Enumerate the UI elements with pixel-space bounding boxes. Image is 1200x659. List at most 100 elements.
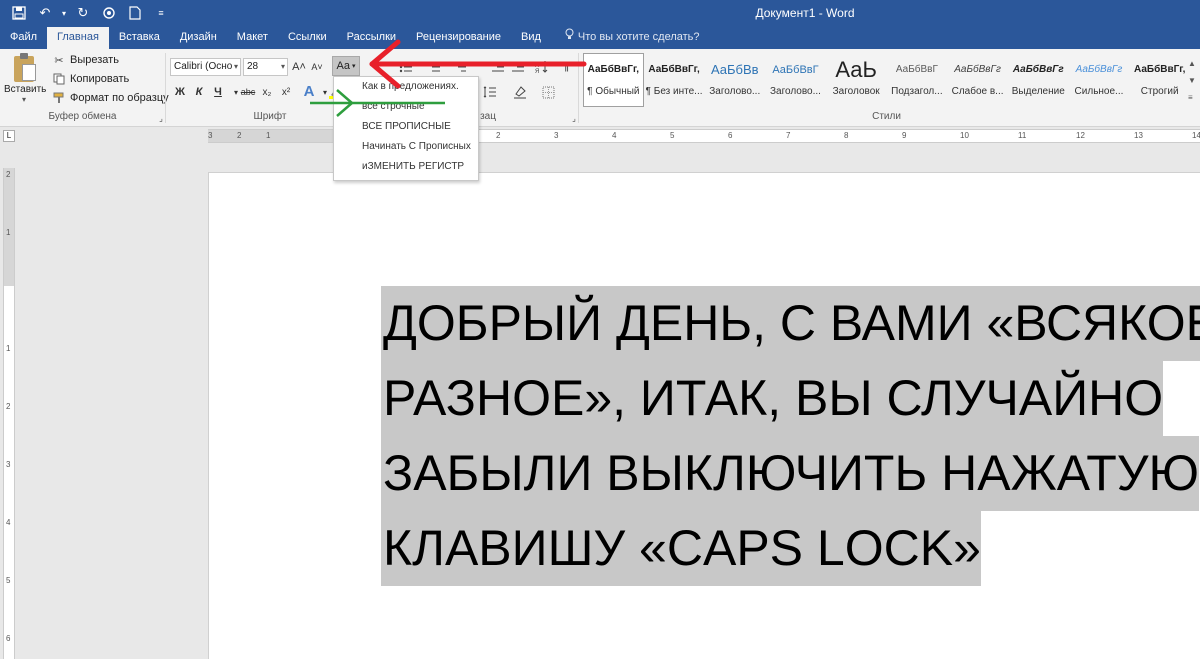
cut-button[interactable]: ✂ Вырезать — [52, 51, 119, 69]
style-subtle-emphasis[interactable]: АаБбВвГг Слабое в... — [947, 53, 1008, 107]
font-name-combobox[interactable]: Calibri (Осно ▾ — [170, 58, 241, 76]
underline-button[interactable]: Ч — [210, 83, 226, 101]
ruler-tick-label: 4 — [612, 131, 617, 140]
ruler-tick-label: 12 — [1076, 131, 1085, 140]
style-emphasis[interactable]: АаБбВвГг Выделение — [1008, 53, 1069, 107]
ruler-tick-label: 3 — [6, 460, 11, 469]
multilevel-list-icon[interactable] — [452, 58, 468, 76]
style-subtitle[interactable]: АаБбВвГ Подзагол... — [887, 53, 948, 107]
numbering-icon[interactable] — [426, 58, 442, 76]
italic-button[interactable]: К — [191, 83, 207, 101]
ruler-margin — [4, 168, 14, 286]
paste-button[interactable]: Вставить ▾ — [4, 52, 46, 110]
style-name: Заголово... — [709, 86, 761, 97]
tab-selector[interactable]: L — [3, 130, 15, 142]
style-sample: АаБбВвГг — [1075, 64, 1123, 75]
styles-group-label: Стили — [872, 111, 901, 122]
bold-button[interactable]: Ж — [172, 83, 188, 101]
style-heading-1[interactable]: АаБбВв Заголово... — [704, 53, 765, 107]
tab-home[interactable]: Главная — [47, 27, 109, 49]
shading-icon[interactable] — [512, 83, 528, 101]
change-case-button[interactable]: Aa ▾ — [332, 56, 360, 76]
ruler-tick-label: 2 — [237, 131, 242, 140]
style-sample: АаБбВвГг — [954, 64, 1001, 75]
style-name: Заголово... — [769, 86, 821, 97]
menu-item-lowercase[interactable]: все строчные — [334, 97, 478, 117]
tell-me-box[interactable]: Что вы хотите сделать? — [551, 27, 710, 49]
selected-text-line[interactable]: ЗАБЫЛИ ВЫКЛЮЧИТЬ НАЖАТУЮ — [381, 436, 1200, 511]
style-sample: АаБбВвГг, — [587, 64, 640, 75]
tab-file[interactable]: Файл — [0, 27, 47, 49]
styles-gallery: АаБбВвГг, ¶ Обычный АаБбВвГг, ¶ Без инте… — [583, 53, 1190, 109]
chevron-down-icon[interactable]: ▼ — [1188, 72, 1198, 89]
style-sample: АаБбВв — [710, 62, 759, 77]
superscript-button[interactable]: x² — [278, 83, 294, 101]
chevron-down-icon: ▾ — [21, 95, 26, 104]
style-sample: АаБбВвГг — [1012, 64, 1064, 75]
selected-text-line[interactable]: КЛАВИШУ «CAPS LOCK» — [381, 511, 981, 586]
style-no-spacing[interactable]: АаБбВвГг, ¶ Без инте... — [644, 53, 705, 107]
show-marks-icon[interactable]: ¶ — [558, 58, 574, 76]
tab-mailings[interactable]: Рассылки — [337, 27, 406, 49]
ruler-tick-label: 8 — [844, 131, 849, 140]
decrease-indent-icon[interactable] — [490, 58, 506, 76]
increase-indent-icon[interactable] — [510, 58, 526, 76]
tab-design[interactable]: Дизайн — [170, 27, 227, 49]
menu-item-toggle-case[interactable]: иЗМЕНИТЬ РЕГИСТР — [334, 157, 478, 177]
window-title: Документ1 - Word — [755, 6, 855, 20]
gallery-scroll[interactable]: ▲ ▼ ≡ — [1188, 55, 1198, 106]
font-size-combobox[interactable]: 28 ▾ — [243, 58, 288, 76]
style-sample: АаБбВвГ — [772, 64, 819, 76]
sort-icon[interactable]: AЯ — [534, 58, 550, 76]
selected-text-line[interactable]: ДОБРЫЙ ДЕНЬ, С ВАМИ «ВСЯКОЕ — [381, 286, 1200, 361]
cut-label: Вырезать — [70, 54, 119, 66]
tab-view[interactable]: Вид — [511, 27, 551, 49]
paragraph-group-label: зац — [480, 111, 496, 122]
tab-review[interactable]: Рецензирование — [406, 27, 511, 49]
format-painter-button[interactable]: Формат по образцу — [52, 89, 169, 107]
ruler-tick-label: 3 — [554, 131, 559, 140]
style-heading-2[interactable]: АаБбВвГ Заголово... — [765, 53, 826, 107]
copy-icon — [52, 72, 66, 86]
more-icon[interactable]: ≡ — [1188, 89, 1198, 106]
ruler-tick-label: 1 — [266, 131, 271, 140]
style-name: ¶ Без инте... — [645, 86, 703, 97]
title-bar: ↶ ▾ ↻ ≡ Документ1 - Word — [0, 0, 1200, 27]
style-strong[interactable]: АаБбВвГг, Строгий — [1129, 53, 1190, 107]
tab-references[interactable]: Ссылки — [278, 27, 337, 49]
vertical-ruler[interactable]: 2 1 1 2 3 4 5 6 — [3, 168, 15, 659]
change-case-label: Aa — [336, 60, 350, 72]
style-name: Строгий — [1140, 86, 1179, 97]
menu-item-sentence-case[interactable]: Как в предложениях. — [334, 77, 478, 97]
borders-icon[interactable] — [540, 83, 556, 101]
selected-text-line[interactable]: РАЗНОЕ», ИТАК, ВЫ СЛУЧАЙНО — [381, 361, 1164, 436]
subscript-button[interactable]: x₂ — [259, 83, 275, 101]
strikethrough-button[interactable]: abc — [238, 83, 258, 101]
style-title[interactable]: АаЬ Заголовок — [826, 53, 887, 107]
style-sample: АаБбВвГ — [895, 64, 938, 75]
grow-font-button[interactable]: A˄ — [291, 58, 307, 76]
svg-text:Я: Я — [535, 69, 539, 74]
bullets-icon[interactable] — [398, 58, 414, 76]
chevron-up-icon[interactable]: ▲ — [1188, 55, 1198, 72]
text-effects-icon[interactable]: A — [301, 82, 317, 100]
document-body[interactable]: ДОБРЫЙ ДЕНЬ, С ВАМИ «ВСЯКОЕ РАЗНОЕ», ИТА… — [381, 286, 1200, 586]
tab-insert[interactable]: Вставка — [109, 27, 170, 49]
style-sample: АаБбВвГг, — [648, 64, 700, 75]
menu-item-capitalize-each-word[interactable]: Начинать С Прописных — [334, 137, 478, 157]
ruler-tick-label: 6 — [728, 131, 733, 140]
shrink-font-button[interactable]: A˅ — [309, 58, 325, 76]
menu-item-uppercase[interactable]: ВСЕ ПРОПИСНЫЕ — [334, 117, 478, 137]
group-separator — [578, 53, 579, 123]
change-case-menu: Как в предложениях. все строчные ВСЕ ПРО… — [333, 76, 479, 181]
copy-button[interactable]: Копировать — [52, 70, 129, 88]
ruler-tick-label: 5 — [670, 131, 675, 140]
style-name: Выделение — [1011, 86, 1065, 97]
tab-layout[interactable]: Макет — [227, 27, 278, 49]
line-spacing-icon[interactable] — [482, 83, 498, 101]
style-sample: АаЬ — [835, 57, 877, 82]
style-intense-emphasis[interactable]: АаБбВвГг Сильное... — [1069, 53, 1130, 107]
document-page[interactable]: ДОБРЫЙ ДЕНЬ, С ВАМИ «ВСЯКОЕ РАЗНОЕ», ИТА… — [208, 172, 1200, 659]
ruler-tick-label: 5 — [6, 576, 11, 585]
style-normal[interactable]: АаБбВвГг, ¶ Обычный — [583, 53, 644, 107]
